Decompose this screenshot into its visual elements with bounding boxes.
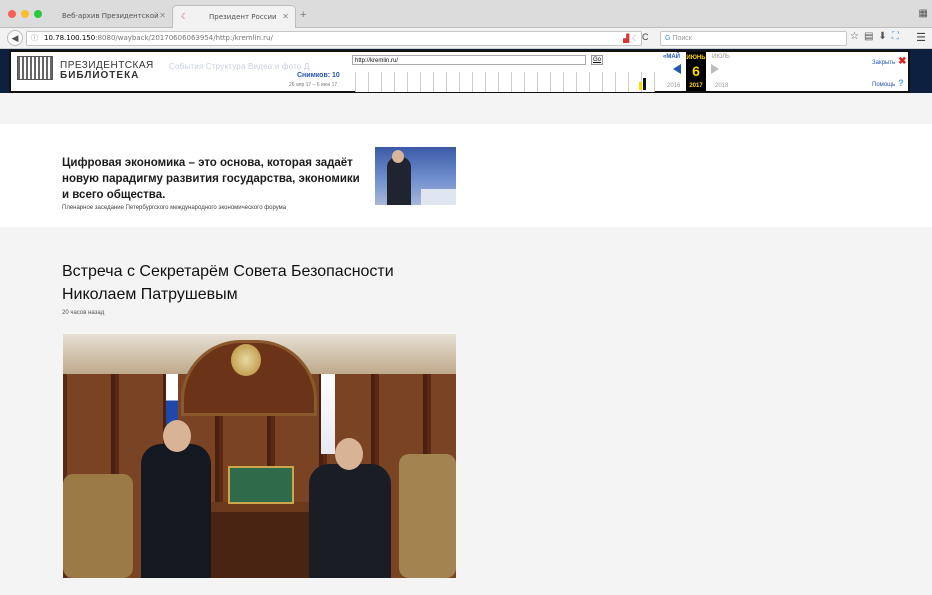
- menu-icon[interactable]: ☰: [916, 31, 926, 44]
- capture-sparkline[interactable]: [355, 72, 655, 92]
- help-link[interactable]: Помощь?: [872, 78, 904, 88]
- go-button[interactable]: Go: [591, 55, 603, 65]
- speaker-head: [392, 150, 404, 163]
- search-placeholder: Поиск: [672, 35, 692, 42]
- quote-text[interactable]: Цифровая экономика – это основа, которая…: [62, 155, 362, 203]
- download-icon[interactable]: ⬇: [878, 31, 891, 42]
- library-logo-icon[interactable]: [17, 56, 53, 80]
- prev-month-link[interactable]: «МАЙ: [663, 54, 680, 60]
- podium: [421, 189, 456, 205]
- quote-photo[interactable]: [375, 147, 456, 205]
- tab-archive[interactable]: Веб-архив Президентской библ ✕: [62, 5, 172, 42]
- prev-arrow-icon[interactable]: [673, 64, 681, 74]
- wayback-url-input[interactable]: http://kremlin.ru/: [352, 55, 586, 65]
- address-path: :8080/wayback/20170606063954/http:/kreml…: [95, 34, 273, 42]
- info-icon[interactable]: ⓘ: [31, 32, 38, 45]
- quote-source[interactable]: Пленарное заседание Петербургского между…: [62, 205, 286, 211]
- reload-icon[interactable]: C: [642, 32, 649, 42]
- logo-line2: БИБЛИОТЕКА: [60, 70, 140, 81]
- search-engine-icon[interactable]: G: [665, 35, 670, 42]
- address-text: 10.78.100.150:8080/wayback/2017060606395…: [44, 32, 273, 45]
- close-icon[interactable]: ✕: [282, 6, 289, 28]
- sparkline-bar-highlight: [639, 82, 642, 90]
- close-x-icon[interactable]: ✖: [898, 56, 906, 67]
- snapshots-count[interactable]: Снимков: 10: [297, 72, 340, 79]
- prev-year-label: 2016: [667, 83, 681, 89]
- bookmark-star-icon[interactable]: ☆: [850, 31, 864, 42]
- kremlin-favicon-icon: ☾: [181, 12, 189, 21]
- snapshots-range: 26 апр 17 – 6 июн 17: [289, 82, 338, 88]
- close-toolbar-label: Закрыть: [872, 60, 896, 66]
- current-year: 2017: [689, 83, 703, 89]
- malachite-centerpiece: [228, 466, 294, 504]
- quote-block: Цифровая экономика – это основа, которая…: [0, 124, 932, 227]
- page-action-icons[interactable]: ▟ ☾: [623, 32, 639, 45]
- help-question-icon[interactable]: ?: [898, 78, 904, 88]
- sparkline-bar-current: [643, 78, 646, 90]
- toolbar-icons: ☆▤⬇⛶: [850, 31, 904, 42]
- current-month: ИЮНЬ: [686, 55, 706, 61]
- speaker-figure: [387, 157, 411, 205]
- bar-chart-icon[interactable]: ▟: [623, 34, 629, 43]
- news-timestamp: 20 часов назад: [62, 310, 105, 316]
- grid-icon[interactable]: ▦: [919, 8, 928, 19]
- minimize-window-button[interactable]: [21, 10, 29, 18]
- next-arrow-icon: [711, 64, 719, 74]
- person-right: [309, 464, 391, 578]
- browser-tab-bar: Веб-архив Президентской библ ✕ ☾ Президе…: [0, 0, 932, 42]
- person-left: [141, 444, 211, 578]
- tab-president-label: Президент России: [209, 13, 277, 21]
- new-tab-button[interactable]: +: [300, 9, 306, 21]
- help-label: Помощь: [872, 82, 896, 88]
- sync-icon[interactable]: ⛶: [892, 31, 904, 42]
- news-photo[interactable]: [63, 334, 456, 578]
- close-toolbar-button[interactable]: Закрыть ✖: [872, 56, 907, 67]
- wayback-toolbar: ПРЕЗИДЕНТСКАЯ БИБЛИОТЕКА События Структу…: [9, 50, 910, 93]
- person-right-head: [335, 438, 363, 470]
- presidential-flag: [321, 374, 335, 454]
- underlying-site-nav: События Структура Видео и фото Д: [169, 62, 310, 71]
- next-year-label: 2018: [715, 83, 729, 89]
- address-host: 10.78.100.150: [44, 34, 96, 42]
- clipboard-icon[interactable]: ▤: [864, 31, 878, 42]
- current-day: 6: [692, 63, 700, 79]
- next-month-label: ИЮЛЬ: [712, 54, 730, 60]
- browser-nav-bar: ◀ ⓘ 10.78.100.150:8080/wayback/201706060…: [0, 28, 932, 49]
- back-button[interactable]: ◀: [7, 30, 23, 46]
- moon-icon[interactable]: ☾: [632, 34, 639, 43]
- search-box[interactable]: G Поиск: [660, 31, 847, 46]
- close-window-button[interactable]: [8, 10, 16, 18]
- current-capture: ИЮНЬ 6 2017: [686, 52, 706, 91]
- tab-president[interactable]: ☾ Президент России ✕: [172, 5, 296, 28]
- maximize-window-button[interactable]: [34, 10, 42, 18]
- right-chair: [399, 454, 456, 578]
- close-icon[interactable]: ✕: [159, 5, 166, 27]
- address-bar[interactable]: ⓘ 10.78.100.150:8080/wayback/20170606063…: [26, 31, 642, 46]
- coat-of-arms-icon: [231, 344, 261, 376]
- left-chair: [63, 474, 133, 578]
- news-title[interactable]: Встреча с Секретарём Совета Безопасности…: [62, 260, 422, 306]
- person-left-head: [163, 420, 191, 452]
